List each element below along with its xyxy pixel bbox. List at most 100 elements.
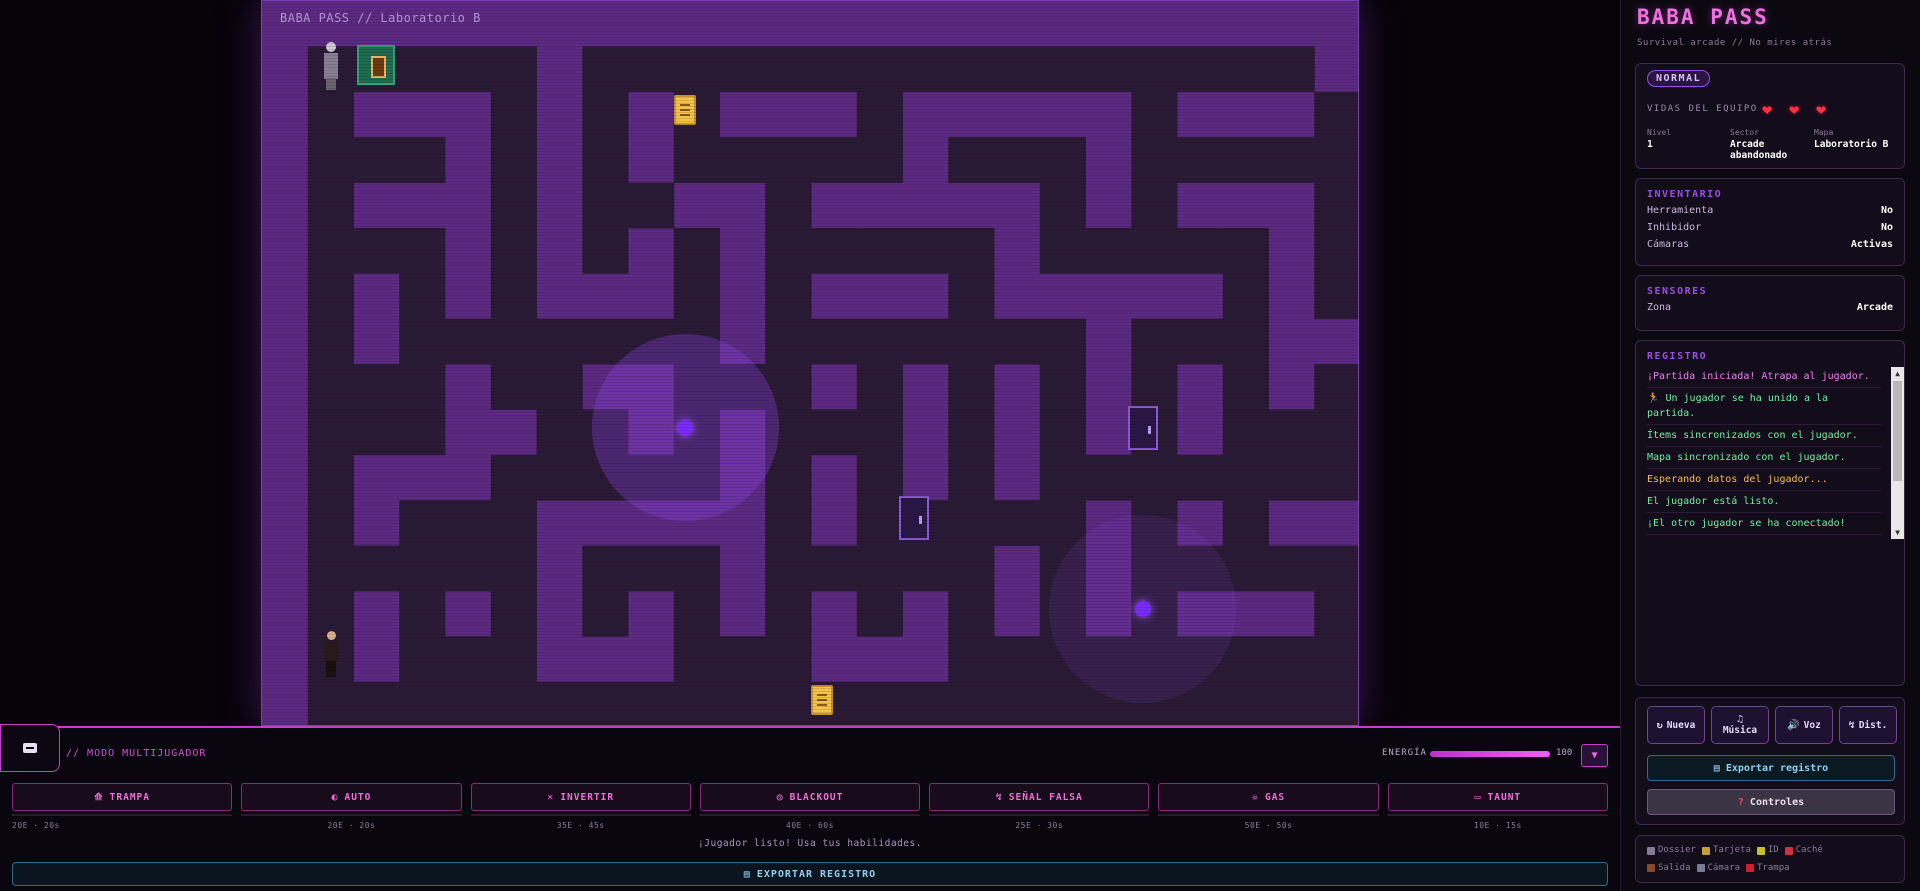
maze-floor-cell	[490, 227, 537, 274]
scroll-up-icon[interactable]: ▲	[1891, 367, 1904, 380]
controls-button[interactable]: ? Controles	[1647, 789, 1895, 815]
maze-floor-cell	[582, 681, 629, 725]
note-icon[interactable]	[674, 94, 697, 125]
maze-floor-cell	[811, 545, 858, 592]
legend-item: ID	[1756, 843, 1779, 858]
maze-viewport[interactable]: BABA PASS // Laboratorio B	[261, 0, 1359, 726]
log-card: REGISTRO ¡Partida iniciada! Atrapa al ju…	[1635, 340, 1905, 686]
maze-floor-cell	[1314, 590, 1358, 637]
scroll-down-icon[interactable]: ▼	[1891, 526, 1904, 539]
maze-floor-cell	[948, 318, 995, 365]
legend-item: Cámara	[1696, 861, 1741, 876]
door-icon[interactable]	[898, 496, 929, 541]
ability-button-taunt[interactable]: ▭ TAUNT	[1387, 783, 1608, 811]
chat-button[interactable]	[0, 724, 60, 772]
chat-icon	[23, 743, 37, 753]
maze-floor-cell	[948, 590, 995, 637]
action-button-música[interactable]: ♫ Música	[1711, 706, 1769, 744]
maze-floor-cell	[948, 681, 995, 725]
inventory-row: Herramienta No	[1647, 202, 1893, 219]
ability-button-señal-falsa[interactable]: ↯ SEÑAL FALSA	[929, 783, 1150, 811]
action-button-voz[interactable]: 🔊 Voz	[1775, 706, 1833, 744]
ghost-body	[323, 52, 338, 79]
maze-floor-cell	[1222, 681, 1269, 725]
ability-button-invertir[interactable]: ✕ INVERTIR	[470, 783, 691, 811]
maze-floor-cell	[811, 46, 858, 93]
note-icon[interactable]	[811, 684, 834, 715]
ability-cooldown-track	[1158, 814, 1379, 816]
log-entry: Mapa sincronizado con el jugador.	[1647, 447, 1881, 469]
collapse-hud-button[interactable]: ▼	[1581, 744, 1608, 767]
maze-floor-cell	[399, 227, 446, 274]
legend-swatch	[1701, 846, 1710, 855]
maze-floor-cell	[1268, 137, 1315, 183]
camera-icon	[1134, 601, 1151, 618]
ability-icon: ☠	[1251, 791, 1259, 803]
export-log-button-bottom[interactable]: ▤ EXPORTAR REGISTRO	[12, 862, 1608, 886]
log-entry: ¡Partida iniciada! Atrapa al jugador.	[1647, 366, 1881, 388]
export-log-button[interactable]: ▤ Exportar registro	[1647, 755, 1895, 781]
action-button-dist[interactable]: ↯ Dist.	[1839, 706, 1897, 744]
maze-floor-cell	[1314, 91, 1358, 138]
sensor-value: Arcade	[1856, 302, 1893, 313]
legend-swatch	[1756, 846, 1765, 855]
action-icon: ↻	[1656, 719, 1663, 731]
maze-floor-cell	[994, 318, 1041, 365]
maze-floor-cell	[1222, 500, 1269, 546]
ability-button-auto[interactable]: ◐ AUTO	[241, 783, 462, 811]
maze-floor-cell	[399, 273, 446, 320]
maze-floor-cell	[673, 137, 720, 183]
camera-icon	[677, 419, 694, 436]
maze-floor-cell	[1222, 273, 1269, 320]
maze-floor-cell	[307, 500, 354, 546]
player-head	[326, 631, 336, 641]
maze-floor-cell	[1314, 681, 1358, 725]
legend-item: Salida	[1647, 861, 1691, 876]
energy-bar	[1430, 751, 1550, 757]
maze-floor-cell	[582, 46, 629, 93]
inventory-key: Cámaras	[1647, 239, 1690, 250]
maze-floor-cell	[673, 273, 720, 320]
scroll-thumb[interactable]	[1893, 381, 1902, 481]
maze-floor-cell	[719, 137, 766, 183]
action-button-nueva[interactable]: ↻ Nueva	[1647, 706, 1705, 744]
ability-button-trampa[interactable]: ⟰ TRAMPA	[12, 783, 233, 811]
maze-floor-cell	[445, 46, 492, 93]
maze-floor-cell	[673, 227, 720, 274]
ability-button-blackout[interactable]: ◎ BLACKOUT	[699, 783, 921, 811]
maze-floor-cell	[948, 46, 995, 93]
sensor-row: Zona Arcade	[1647, 299, 1893, 316]
maze-floor-cell	[399, 636, 446, 683]
maze-floor-cell	[902, 318, 949, 365]
maze-floor-cell	[582, 227, 629, 274]
maze-floor-cell	[765, 273, 812, 320]
legend-item: Trampa	[1746, 861, 1790, 876]
heart-icon: ❤	[1816, 100, 1827, 120]
maze-floor-cell	[1314, 273, 1358, 320]
log-list[interactable]: ¡Partida iniciada! Atrapa al jugador. 🏃 U…	[1647, 366, 1881, 541]
stat-key: Mapa	[1814, 128, 1834, 137]
ability-button-gas[interactable]: ☠ GAS	[1158, 783, 1379, 811]
maze-floor-cell	[994, 681, 1041, 725]
legend-label: Dossier	[1658, 845, 1696, 855]
maze-floor-cell	[948, 500, 995, 546]
maze-floor-cell	[1222, 318, 1269, 365]
maze-floor-cell	[856, 545, 903, 592]
maze-floor-cell	[1039, 318, 1086, 365]
door-icon[interactable]	[1127, 405, 1158, 450]
inventory-title: INVENTARIO	[1647, 189, 1723, 200]
legend-label: ID	[1767, 845, 1779, 855]
log-scrollbar[interactable]: ▲ ▼	[1891, 367, 1904, 539]
log-entry: 🏃 Un jugador se ha unido a la partida.	[1647, 388, 1881, 425]
maze-floor-cell	[856, 137, 903, 183]
maze-floor-cell	[765, 227, 812, 274]
maze-floor-cell	[353, 227, 400, 274]
log-entry: Ítems sincronizados con el jugador.	[1647, 425, 1881, 447]
maze-floor-cell	[1085, 454, 1132, 501]
legend-label: Cámara	[1707, 862, 1741, 873]
maze-floor-cell	[1314, 137, 1358, 183]
ability-cooldown-track	[929, 814, 1150, 816]
stat-sector: Sector Arcade abandonado	[1730, 128, 1808, 161]
document-icon: ▤	[1713, 762, 1720, 774]
panel-subtitle: Survival arcade // No mires atrás	[1637, 38, 1833, 48]
